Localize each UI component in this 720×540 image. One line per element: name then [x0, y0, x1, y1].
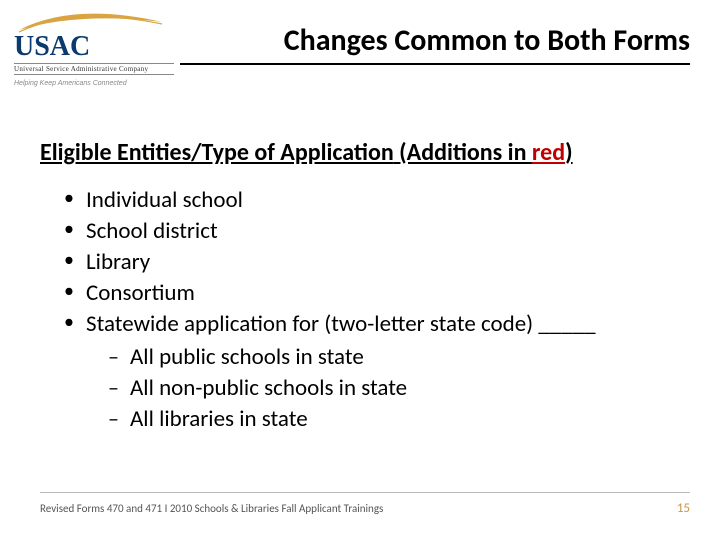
logo-subtitle: Universal Service Administrative Company	[14, 63, 174, 75]
list-item: Statewide application for (two-letter st…	[64, 309, 680, 435]
heading-open: (Additions in	[394, 138, 532, 167]
list-item: School district	[64, 216, 680, 247]
footer: Revised Forms 470 and 471 I 2010 Schools…	[40, 492, 690, 522]
content: Eligible Entities/Type of Application (A…	[0, 90, 720, 435]
list-item: All libraries in state	[108, 404, 680, 435]
list-item: Library	[64, 247, 680, 278]
heading-prefix: Eligible Entities/Type of Application	[40, 138, 394, 167]
heading-close: )	[565, 138, 572, 167]
list-item: Individual school	[64, 185, 680, 216]
header: USAC Universal Service Administrative Co…	[0, 0, 720, 90]
list-item: All non-public schools in state	[108, 373, 680, 404]
footer-rule	[40, 492, 690, 493]
list-item: All public schools in state	[108, 342, 680, 373]
page-title: Changes Common to Both Forms	[180, 22, 690, 59]
footer-text: Revised Forms 470 and 471 I 2010 Schools…	[40, 502, 383, 515]
bullet-list: Individual school School district Librar…	[40, 185, 680, 435]
logo-block: USAC Universal Service Administrative Co…	[14, 8, 174, 87]
section-heading: Eligible Entities/Type of Application (A…	[40, 138, 680, 167]
sub-bullet-list: All public schools in state All non-publ…	[86, 342, 680, 435]
title-rule	[180, 63, 690, 65]
heading-red: red	[532, 138, 565, 167]
logo-tagline: Helping Keep Americans Connected	[14, 80, 174, 87]
list-item: Consortium	[64, 278, 680, 309]
page-number: 15	[677, 501, 690, 516]
